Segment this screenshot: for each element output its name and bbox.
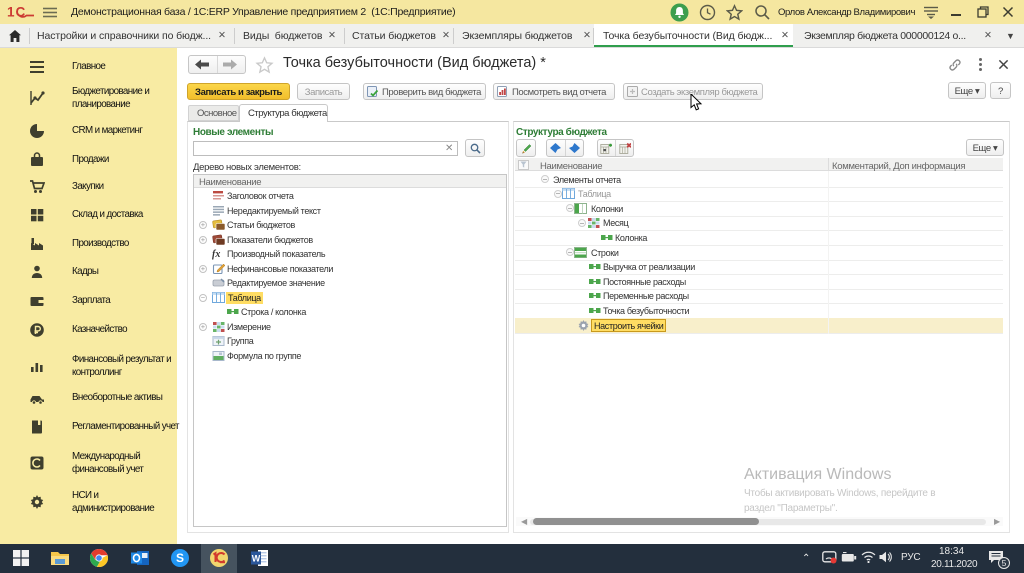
svg-text:W: W bbox=[252, 554, 261, 564]
svg-text:fx: fx bbox=[212, 249, 220, 260]
svg-text:S: S bbox=[176, 551, 184, 565]
svg-text:1: 1 bbox=[7, 5, 15, 20]
